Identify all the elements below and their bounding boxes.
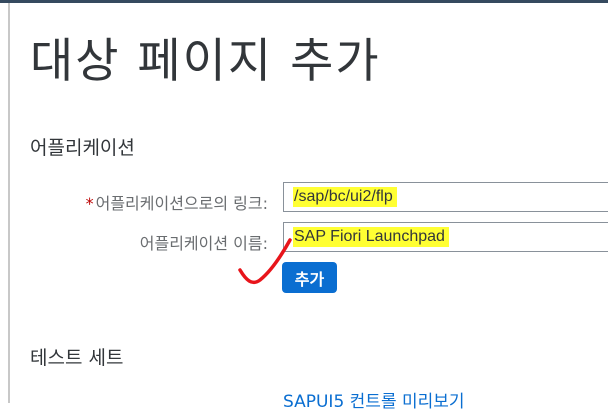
app-name-input-value: SAP Fiori Launchpad [293, 227, 449, 247]
app-link-input[interactable]: /sap/bc/ui2/flp [283, 182, 608, 212]
app-link-label: * 어플리케이션으로의 링크: [86, 190, 268, 214]
add-button[interactable]: 추가 [282, 262, 337, 293]
left-border [0, 3, 10, 403]
top-shell-bar [0, 0, 608, 3]
page-title: 대상 페이지 추가 [30, 34, 381, 89]
sapui5-preview-link[interactable]: SAPUI5 컨트롤 미리보기 [283, 387, 465, 412]
application-section-heading: 어플리케이션 [30, 137, 135, 159]
required-marker: * [85, 194, 94, 213]
test-set-section-heading: 테스트 세트 [30, 347, 124, 369]
app-link-input-value: /sap/bc/ui2/flp [293, 187, 397, 207]
app-name-input[interactable]: SAP Fiori Launchpad [283, 222, 608, 252]
app-link-label-text: 어플리케이션으로의 링크: [95, 194, 268, 213]
